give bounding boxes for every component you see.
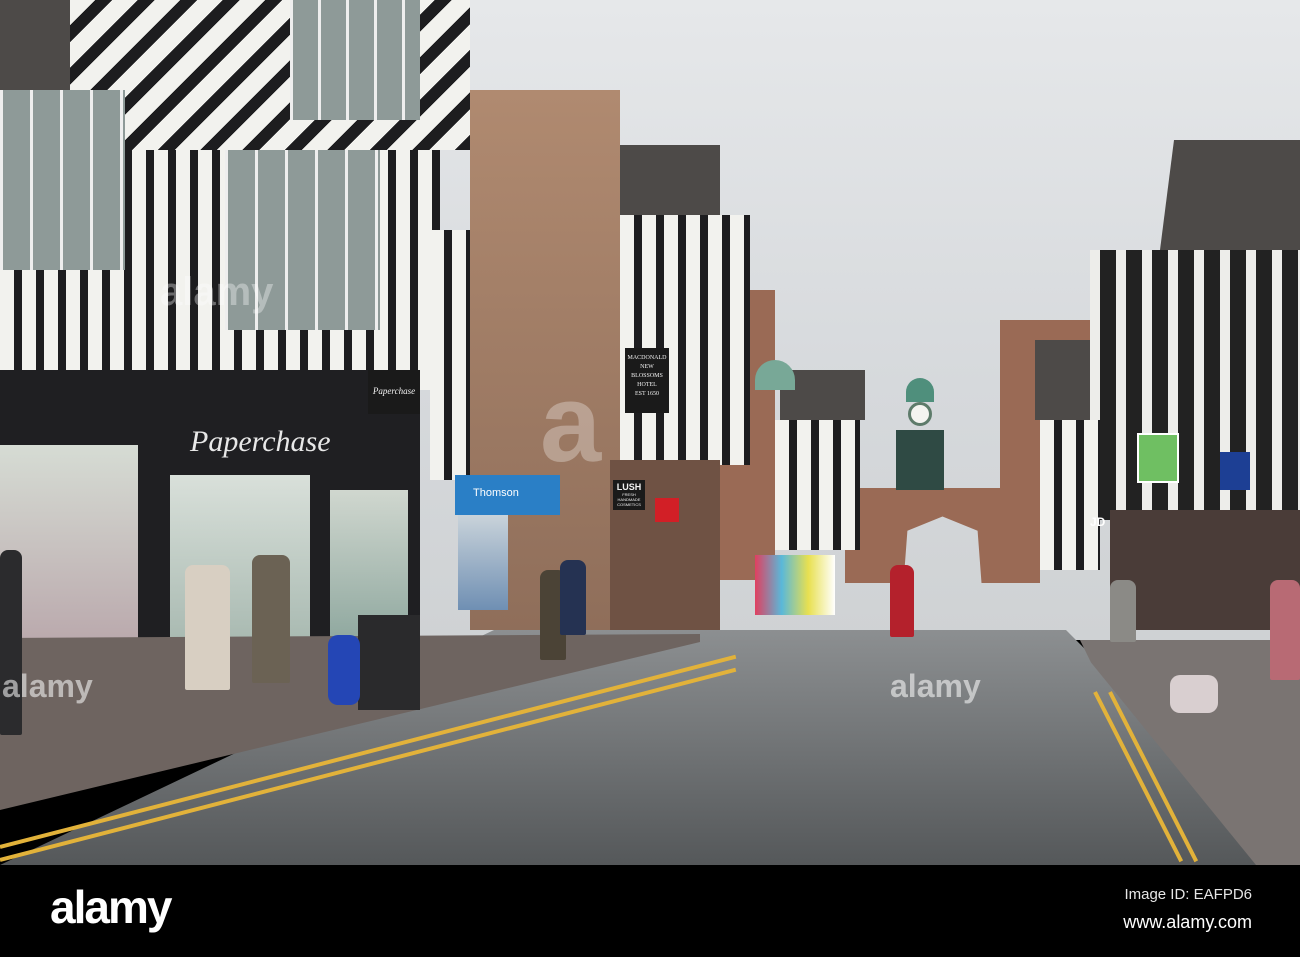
alamy-watermark: alamy (890, 668, 981, 704)
santander-flame-icon (655, 498, 679, 522)
pedestrian (252, 555, 290, 683)
hotel-sign: MACDONALD NEW BLOSSOMS HOTEL EST 1650 (625, 348, 669, 413)
litter-bin (358, 615, 420, 710)
roof (1035, 340, 1095, 420)
lush-logo: LUSH (616, 482, 642, 492)
clock-icon (908, 402, 932, 426)
alamy-watermark: alamy (2, 668, 93, 704)
pedestrian (1270, 580, 1300, 680)
pedestrian (185, 565, 230, 690)
market-stall (755, 555, 835, 615)
roof (1160, 140, 1300, 250)
hotel-sign-line: BLOSSOMS (631, 373, 663, 379)
roof (620, 145, 720, 220)
alamy-watermark: alamy (160, 270, 274, 314)
paperchase-hanging-sign: Paperchase (368, 370, 420, 414)
alamy-watermark: a (540, 362, 602, 485)
pedestrian (1110, 580, 1136, 642)
litter-bag (1170, 675, 1218, 713)
alamy-footer (0, 865, 1300, 957)
timber-facade (620, 215, 750, 465)
bay-window (0, 90, 125, 270)
lush-sign: LUSH FRESH HANDMADE COSMETICS (613, 480, 645, 510)
bay-window (290, 0, 420, 120)
paperchase-sign: Paperchase (190, 425, 331, 458)
image-id: Image ID: EAFPD6 (1124, 886, 1252, 903)
timber-facade (1040, 420, 1100, 570)
minnie-mouse-sign (1137, 433, 1179, 483)
pedestrian (0, 550, 22, 735)
hotel-sign-line: NEW (640, 364, 654, 370)
bank-sign (1220, 452, 1250, 490)
blue-bags (328, 635, 360, 705)
shop-window (458, 515, 508, 610)
pedestrian (560, 560, 586, 635)
timber-facade (1090, 250, 1300, 520)
hotel-sign-line: HOTEL (637, 382, 657, 388)
hotel-sign-line: MACDONALD (627, 355, 667, 361)
jd-sign: JD (1090, 515, 1106, 529)
alamy-url[interactable]: www.alamy.com (1123, 912, 1252, 933)
alamy-logo: alamy (50, 881, 172, 933)
lush-sign-line: COSMETICS (617, 502, 641, 507)
hotel-sign-line: EST 1650 (634, 391, 660, 397)
pedestrian (890, 565, 914, 637)
clock-tower (896, 430, 944, 490)
clock-dome (906, 378, 934, 402)
timber-building (775, 420, 860, 550)
